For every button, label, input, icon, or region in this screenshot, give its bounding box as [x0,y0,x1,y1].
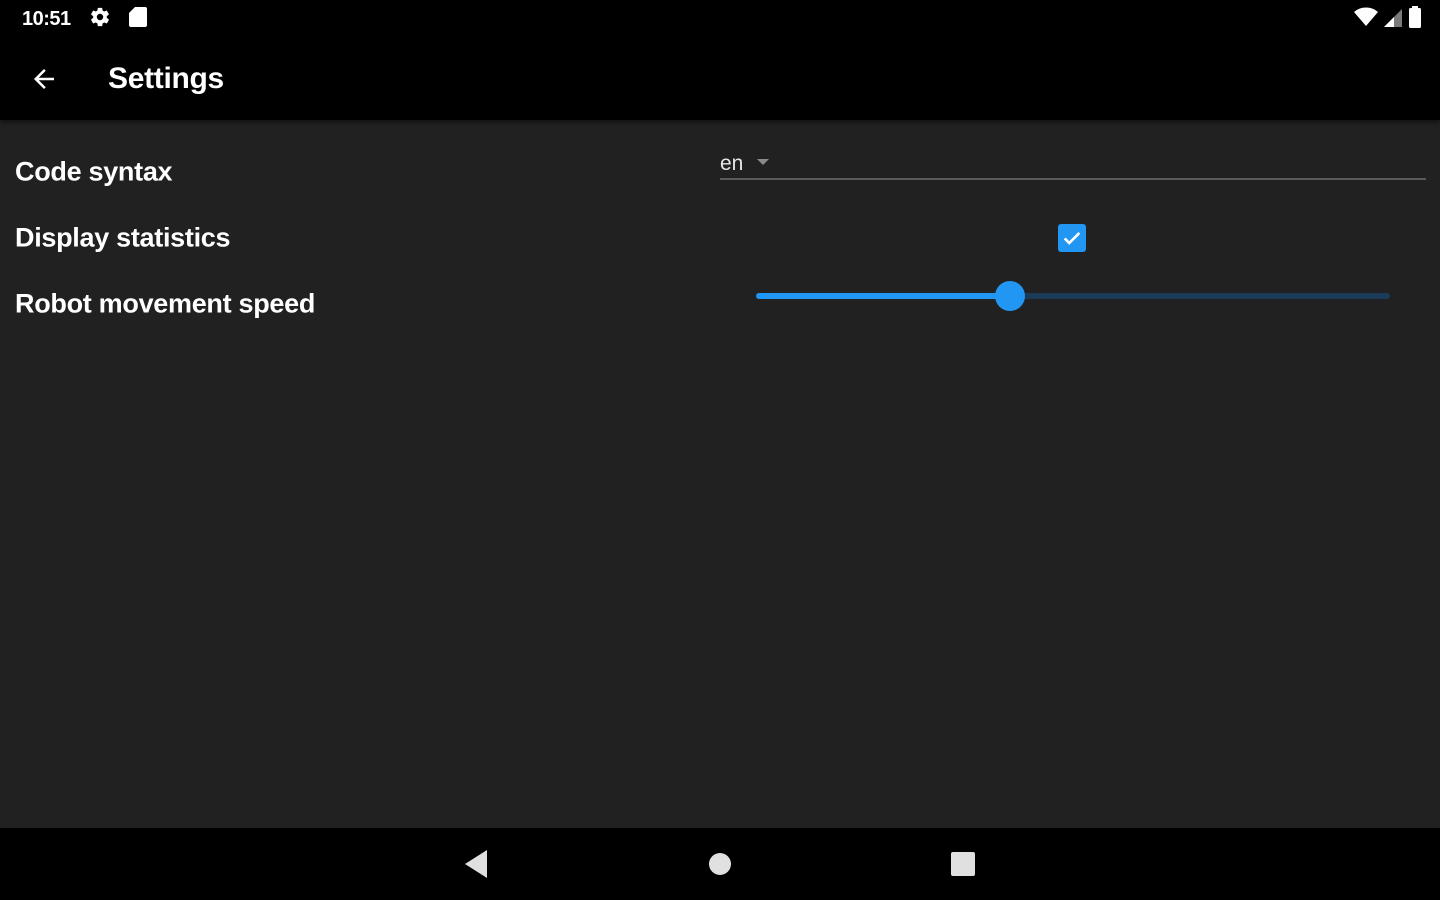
nav-recents-button[interactable] [943,844,983,884]
back-button[interactable] [26,61,62,97]
navigation-bar [0,828,1440,900]
sd-card-icon [128,6,147,32]
nav-back-icon [465,850,487,878]
code-syntax-label: Code syntax [15,156,173,187]
nav-back-button[interactable] [456,844,496,884]
nav-home-button[interactable] [700,844,740,884]
robot-speed-slider[interactable] [746,276,1402,316]
display-statistics-checkbox[interactable] [1058,224,1086,252]
battery-icon [1408,5,1422,33]
signal-icon [1384,7,1402,32]
code-syntax-dropdown[interactable]: en [720,140,1426,180]
status-time: 10:51 [22,7,71,30]
arrow-back-icon [34,69,54,89]
display-statistics-label: Display statistics [15,222,231,253]
settings-screen: 10:51 Settings Code syntax en Display st… [0,0,1440,900]
page-title: Settings [108,62,224,95]
check-icon [1063,232,1081,245]
code-syntax-value: en [720,152,744,175]
slider-track [756,281,1390,311]
robot-speed-label: Robot movement speed [15,288,316,319]
setting-row-display-statistics: Display statistics [0,208,1440,268]
status-right [1354,5,1422,33]
nav-home-icon [709,853,731,875]
gear-icon [89,6,111,33]
settings-list: Code syntax en Display statistics Robot … [0,120,1440,828]
slider-fill [756,293,1010,299]
wifi-icon [1354,7,1378,32]
app-bar: Settings [0,38,1440,120]
status-bar: 10:51 [0,0,1440,38]
status-left: 10:51 [22,6,147,33]
dropdown-arrow-icon [757,159,769,165]
nav-recents-icon [951,852,975,876]
slider-thumb[interactable] [994,281,1025,311]
